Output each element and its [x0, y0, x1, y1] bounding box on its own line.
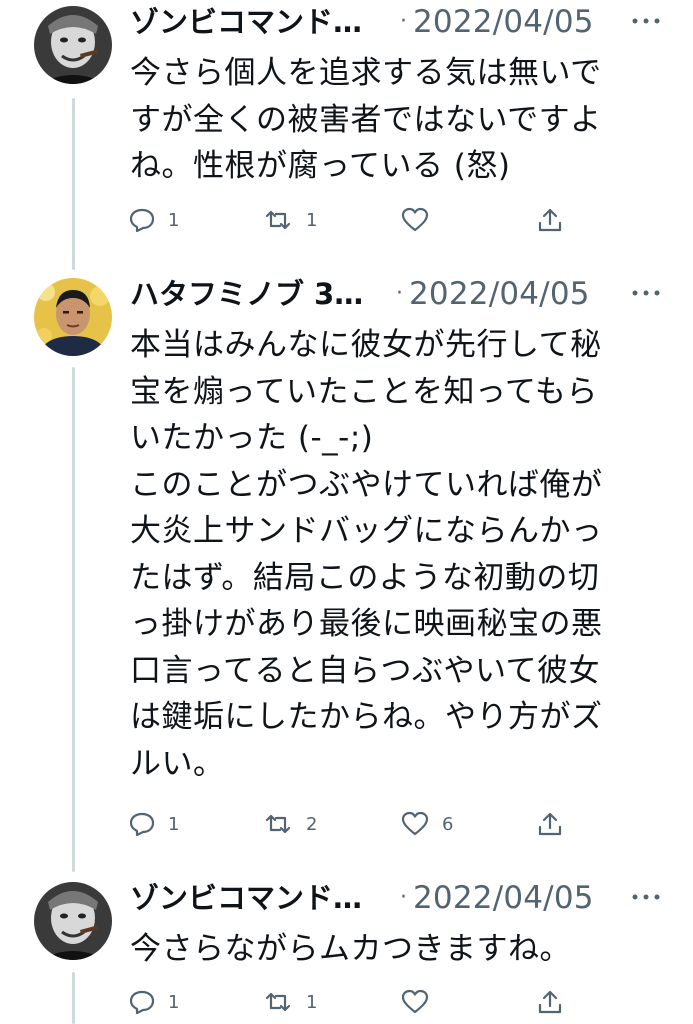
tweet-text-line: っ掛けがあり最後に映画秘宝の悪 — [130, 606, 603, 642]
retweet-arrows-icon — [265, 210, 291, 230]
reply-count: 1 — [168, 813, 180, 835]
tweet-date[interactable]: 2022/04/05 — [409, 274, 590, 314]
tweet-text: 本当はみんなに彼女が先行して秘 宝を煽っていたことを知ってもら いたかった (-… — [130, 322, 660, 787]
tweet-actions: 1 1 — [128, 986, 568, 1018]
like-button[interactable] — [400, 204, 442, 236]
like-button[interactable] — [400, 986, 442, 1018]
tweet[interactable]: ゾンビコマンド… · 2022/04/05 今さらながらムカつきますね。 1 1 — [0, 870, 693, 1024]
tweet-text-line: このことがつぶやけていれば俺が — [130, 466, 603, 503]
share-button[interactable] — [536, 204, 564, 236]
reply-button[interactable]: 1 — [128, 986, 179, 1018]
tweet-text-line: いたかった (-_-;) — [130, 420, 374, 456]
tweet-text: 今さらながらムカつきますね。 — [130, 926, 660, 973]
tweet-text-line: 今さら個人を追求する気は無いで — [130, 55, 602, 91]
retweet-count: 2 — [306, 813, 318, 835]
share-upload-icon — [538, 812, 562, 836]
retweet-button[interactable]: 1 — [262, 204, 317, 236]
author-name[interactable]: ゾンビコマンド… — [130, 2, 362, 42]
share-button[interactable] — [536, 986, 564, 1018]
tweet-text-line: 本当はみんなに彼女が先行して秘 — [130, 327, 602, 363]
avatar[interactable] — [34, 6, 112, 84]
more-dots-icon[interactable] — [629, 14, 663, 28]
retweet-count: 1 — [306, 209, 318, 231]
separator-dot: · — [396, 281, 403, 306]
tweet-text-line: すが全くの被害者ではないですよ — [130, 101, 602, 138]
tweet-text: 今さら個人を追求する気は無いで すが全くの被害者ではないですよ ね。性根が腐って… — [130, 50, 660, 190]
retweet-arrows-icon — [265, 814, 291, 834]
tweet-text-line: 口言ってると自らつぶやいて彼女 — [130, 652, 601, 689]
reply-count: 1 — [168, 209, 180, 231]
tweet-text-line: 宝を煽っていたことを知ってもら — [130, 373, 598, 410]
tweet[interactable]: ゾンビコマンド… · 2022/04/05 今さら個人を追求する気は無いで すが… — [0, 0, 693, 260]
reply-count: 1 — [168, 991, 180, 1013]
share-upload-icon — [538, 990, 562, 1014]
reply-bubble-icon — [129, 990, 155, 1015]
heart-icon — [401, 207, 429, 232]
reply-button[interactable]: 1 — [128, 204, 179, 236]
reply-bubble-icon — [129, 812, 155, 837]
tweet-text-line: たはず。結局このような初動の切 — [130, 559, 600, 596]
reply-bubble-icon — [129, 208, 155, 233]
avatar[interactable] — [34, 278, 112, 356]
tweet-text-line: ね。性根が腐っている (怒) — [130, 148, 511, 184]
tweet-actions: 1 1 — [128, 204, 568, 236]
share-upload-icon — [538, 208, 562, 232]
author-name[interactable]: ハタフミノブ 3… — [130, 274, 363, 314]
tweet-text-line: 今さらながらムカつきますね。 — [130, 931, 571, 967]
like-count: 6 — [442, 813, 454, 835]
tweet-text-line: 大炎上サンドバッグにならんかっ — [130, 513, 603, 549]
tweet-date[interactable]: 2022/04/05 — [413, 2, 594, 42]
like-button[interactable]: 6 — [400, 808, 453, 840]
retweet-arrows-icon — [265, 992, 291, 1012]
more-dots-icon[interactable] — [629, 890, 663, 904]
separator-dot: · — [400, 9, 407, 34]
heart-icon — [401, 811, 429, 836]
reply-button[interactable]: 1 — [128, 808, 179, 840]
tweet-actions: 1 2 6 — [128, 808, 568, 840]
tweet-text-line: ルい。 — [130, 745, 225, 782]
heart-icon — [401, 989, 429, 1014]
more-dots-icon[interactable] — [629, 286, 663, 300]
retweet-count: 1 — [306, 991, 318, 1013]
share-button[interactable] — [536, 808, 564, 840]
avatar[interactable] — [34, 882, 112, 960]
tweet-text-line: は鍵垢にしたからね。やり方がズ — [130, 699, 603, 735]
separator-dot: · — [400, 885, 407, 910]
author-name[interactable]: ゾンビコマンド… — [130, 878, 362, 918]
retweet-button[interactable]: 1 — [262, 986, 317, 1018]
tweet-date[interactable]: 2022/04/05 — [413, 878, 594, 918]
tweet[interactable]: ハタフミノブ 3… · 2022/04/05 本当はみんなに彼女が先行して秘 宝… — [0, 270, 693, 860]
retweet-button[interactable]: 2 — [262, 808, 317, 840]
